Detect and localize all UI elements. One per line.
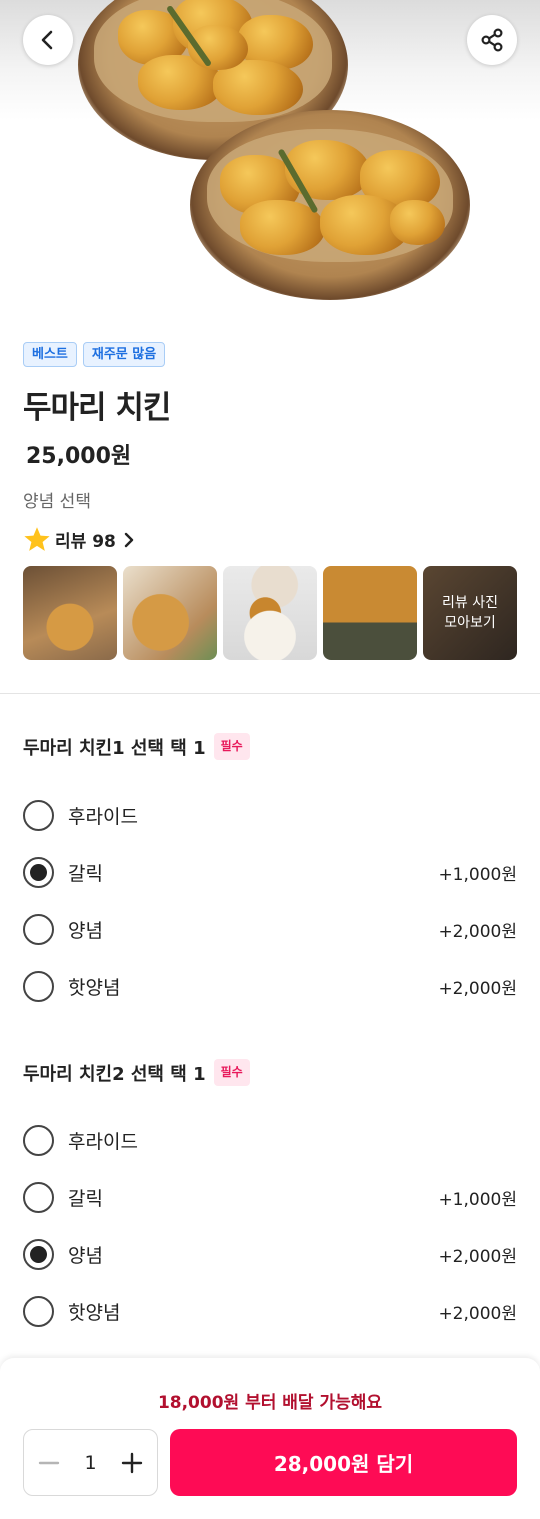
option-group-2-item-hot-yangnyeom[interactable]: 핫양념 +2,000원 [23,1291,517,1331]
radio-button[interactable] [23,799,54,831]
required-badge: 필수 [213,1059,250,1086]
product-image [0,0,540,320]
option-name: 양념 [68,919,103,942]
badge-best: 베스트 [23,342,77,367]
radio-button[interactable] [23,913,54,945]
option-group-2-item-fried[interactable]: 후라이드 [23,1120,517,1160]
review-photo[interactable] [23,566,117,660]
radio-button[interactable] [23,1181,54,1213]
option-group-2-item-garlic[interactable]: 갈릭 +1,000원 [23,1177,517,1217]
chicken-plate-front [190,110,470,300]
product-title: 두마리 치킨 [23,390,171,426]
review-photo-strip: 리뷰 사진 모아보기 [23,566,517,660]
review-link[interactable]: 리뷰 98 [23,526,136,553]
quantity-value: 1 [84,1451,97,1474]
more-review-photos-button[interactable]: 리뷰 사진 모아보기 [423,566,517,660]
radio-button[interactable] [23,1295,54,1327]
plus-icon[interactable] [121,1452,143,1474]
product-description: 양념 선택 [23,492,91,512]
min-order-notice: 18,000원 부터 배달 가능해요 [157,1393,383,1413]
minus-icon[interactable] [38,1452,60,1474]
badge-reorder: 재주문 많음 [82,342,166,367]
badge-list: 베스트 재주문 많음 [23,342,166,367]
review-photo[interactable] [223,566,317,660]
option-price: +1,000원 [438,864,517,885]
radio-button-selected[interactable] [23,1238,54,1270]
chevron-left-icon [41,30,53,50]
review-photo[interactable] [323,566,417,660]
option-group-1-item-garlic[interactable]: 갈릭 +1,000원 [23,852,517,892]
option-group-2-title: 두마리 치킨2 선택 택 1 필수 [23,1059,250,1086]
add-to-cart-button[interactable]: 28,000원 담기 [170,1429,517,1496]
option-group-1-item-fried[interactable]: 후라이드 [23,795,517,835]
product-price: 25,000원 [26,444,132,469]
radio-button[interactable] [23,1124,54,1156]
option-name: 후라이드 [68,805,138,828]
radio-button[interactable] [23,970,54,1002]
option-name: 핫양념 [68,1301,121,1324]
option-group-1-item-yangnyeom[interactable]: 양념 +2,000원 [23,909,517,949]
option-group-1-label: 두마리 치킨1 선택 택 1 [23,737,206,759]
review-count: 리뷰 98 [55,532,116,552]
option-price: +2,000원 [438,1246,517,1267]
option-group-1-item-hot-yangnyeom[interactable]: 핫양념 +2,000원 [23,966,517,1006]
option-name: 후라이드 [68,1130,138,1153]
section-divider [0,693,540,694]
option-price: +1,000원 [438,1189,517,1210]
option-price: +2,000원 [438,1303,517,1324]
back-button[interactable] [23,15,73,65]
option-name: 갈릭 [68,862,103,885]
radio-button-selected[interactable] [23,856,54,888]
chevron-right-icon [124,532,134,547]
option-name: 양념 [68,1244,103,1267]
option-price: +2,000원 [438,978,517,999]
review-photo[interactable] [123,566,217,660]
option-name: 핫양념 [68,976,121,999]
option-group-1-title: 두마리 치킨1 선택 택 1 필수 [23,733,250,760]
share-button[interactable] [467,15,517,65]
star-icon [24,527,50,551]
option-group-2-label: 두마리 치킨2 선택 택 1 [23,1063,206,1085]
share-icon [481,28,503,52]
required-badge: 필수 [213,733,250,760]
quantity-stepper: 1 [23,1429,158,1496]
option-group-2-item-yangnyeom[interactable]: 양념 +2,000원 [23,1234,517,1274]
option-price: +2,000원 [438,921,517,942]
option-name: 갈릭 [68,1187,103,1210]
bottom-order-bar: 18,000원 부터 배달 가능해요 1 28,000원 담기 [0,1358,540,1519]
